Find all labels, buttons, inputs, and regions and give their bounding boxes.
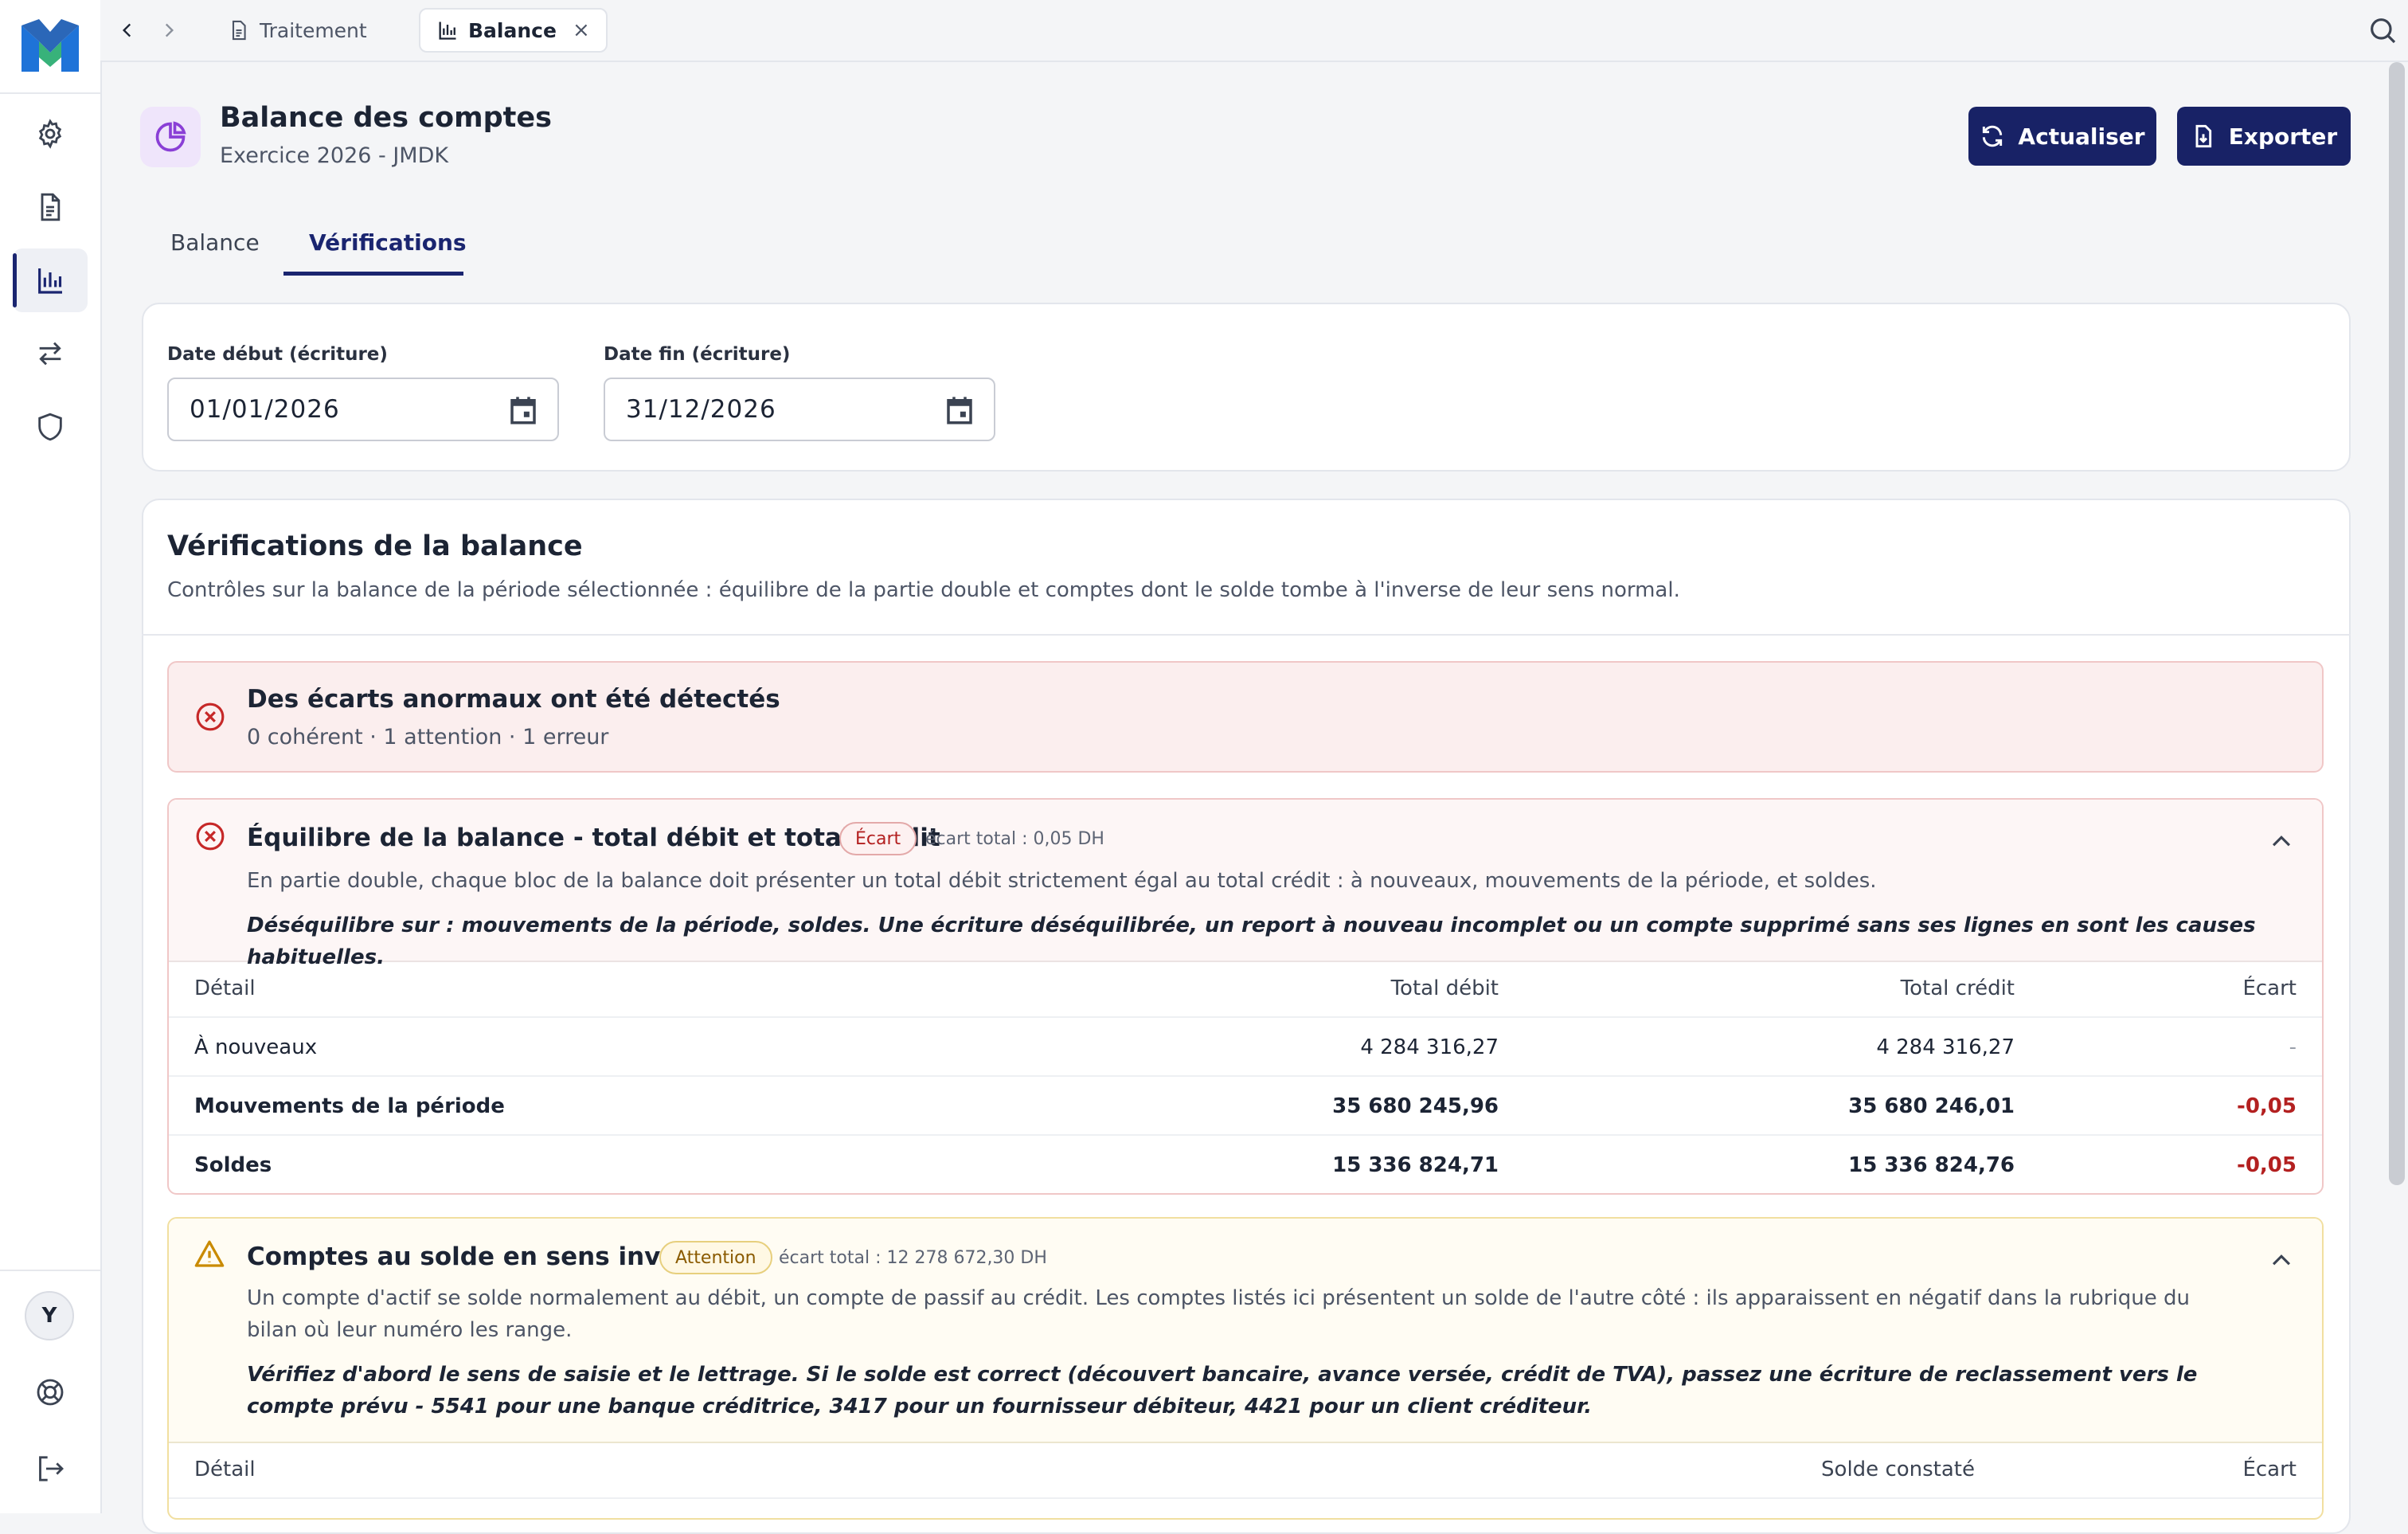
row-label: Mouvements de la période [194,1094,505,1118]
file-download-icon [2195,124,2211,148]
document-icon[interactable] [31,188,69,226]
error-circle-icon [196,702,225,731]
ecart-cell: -0,05 [2237,1094,2297,1118]
check-inverse-balances: Comptes au solde en sens inverse Attenti… [167,1217,2324,1520]
check-meta: écart total : 0,05 DH [925,829,1104,849]
divider [169,1016,2322,1018]
debit-cell: 35 680 245,96 [1332,1094,1499,1118]
help-icon[interactable] [31,1373,69,1411]
status-badge: Attention [659,1241,772,1274]
scrollbar-thumb[interactable] [2389,62,2405,1185]
logo-icon[interactable] [20,18,80,73]
tab-active-underline [283,272,463,276]
row-label: Soldes [194,1153,272,1177]
check-note: Déséquilibre sur : mouvements de la péri… [247,914,2256,969]
export-label: Exporter [2228,123,2338,150]
divider [142,634,2351,636]
check-title: Équilibre de la balance - total débit et… [247,824,940,852]
section-title: Vérifications de la balance [167,530,583,562]
tab-balance-view[interactable]: Balance [170,229,260,256]
credit-cell: 35 680 246,01 [1848,1094,2015,1118]
divider [169,1497,2322,1499]
check-header[interactable]: Équilibre de la balance - total débit et… [169,800,2322,969]
credit-cell: 15 336 824,76 [1848,1153,2015,1177]
check-title: Comptes au solde en sens inverse [247,1242,721,1271]
column-header: Écart [2242,1458,2297,1481]
calendar-icon[interactable] [506,393,540,427]
check-description: Un compte d'actif se solde normalement a… [247,1286,2190,1342]
document-icon [232,20,246,41]
page-subtitle: Exercice 2026 - JMDK [220,143,449,168]
search-icon[interactable] [2367,14,2398,46]
sidebar: Y [0,0,102,1513]
forward-arrow-icon[interactable] [156,18,182,43]
top-bar: Traitement Balance × [100,0,2408,62]
tab-label: Balance [468,18,557,42]
check-header[interactable]: Comptes au solde en sens inverse Attenti… [169,1219,2322,1443]
section-description: Contrôles sur la balance de la période s… [167,578,1680,602]
start-date-label: Date début (écriture) [167,344,388,365]
column-header: Écart [2242,976,2297,1000]
refresh-label: Actualiser [2018,123,2145,150]
column-header: Détail [194,976,256,1000]
ecart-cell: - [2289,1035,2297,1059]
error-summary-alert: Des écarts anormaux ont été détectés 0 c… [167,661,2324,773]
column-header: Solde constaté [1821,1458,1975,1481]
close-icon[interactable]: × [573,18,590,42]
avatar[interactable]: Y [25,1291,74,1340]
export-button[interactable]: Exporter [2177,107,2351,166]
check-balance-equilibrium: Équilibre de la balance - total débit et… [167,798,2324,1195]
end-date-field[interactable]: 31/12/2026 [604,378,995,441]
tab-traitement[interactable]: Traitement [212,8,383,53]
end-date-label: Date fin (écriture) [604,344,791,365]
error-circle-icon [196,822,225,851]
column-header: Total débit [1390,976,1499,1000]
bar-chart-icon[interactable] [31,261,69,299]
transfer-icon[interactable] [31,335,69,373]
settings-icon[interactable] [31,115,69,153]
check-description: En partie double, chaque bloc de la bala… [247,869,1877,893]
debit-cell: 15 336 824,71 [1332,1153,1499,1177]
filters-card: Date début (écriture) 01/01/2026 Date fi… [142,303,2351,472]
back-arrow-icon[interactable] [115,18,140,43]
check-note: Vérifiez d'abord le sens de saisie et le… [247,1363,2198,1419]
row-label: À nouveaux [194,1035,318,1059]
debit-cell: 4 284 316,27 [1360,1035,1499,1059]
tab-verifications[interactable]: Vérifications [309,229,467,256]
alert-subtitle: 0 cohérent · 1 attention · 1 erreur [247,725,609,749]
start-date-value: 01/01/2026 [190,395,340,424]
warning-icon [194,1240,225,1267]
credit-cell: 4 284 316,27 [1876,1035,2015,1059]
shield-icon[interactable] [31,408,69,446]
pie-chart-icon [140,107,201,167]
page-title: Balance des comptes [220,102,552,134]
check-meta: écart total : 12 278 672,30 DH [779,1248,1047,1268]
start-date-field[interactable]: 01/01/2026 [167,378,559,441]
column-header: Détail [194,1458,256,1481]
status-badge: Écart [839,822,917,855]
logout-icon[interactable] [31,1450,69,1488]
chevron-up-icon[interactable] [2268,1247,2295,1274]
ecart-cell: -0,05 [2237,1153,2297,1177]
end-date-value: 31/12/2026 [626,395,776,424]
sidebar-active-indicator [13,253,17,307]
calendar-icon[interactable] [943,393,976,427]
column-header: Total crédit [1900,976,2015,1000]
refresh-icon [1983,125,2003,147]
divider [169,1134,2322,1136]
tab-balance[interactable]: Balance × [419,8,608,53]
bar-chart-icon [439,22,456,40]
tab-label: Traitement [260,18,367,42]
chevron-up-icon[interactable] [2268,828,2295,855]
refresh-button[interactable]: Actualiser [1968,107,2156,166]
divider [169,1075,2322,1077]
alert-title: Des écarts anormaux ont été détectés [247,685,780,714]
